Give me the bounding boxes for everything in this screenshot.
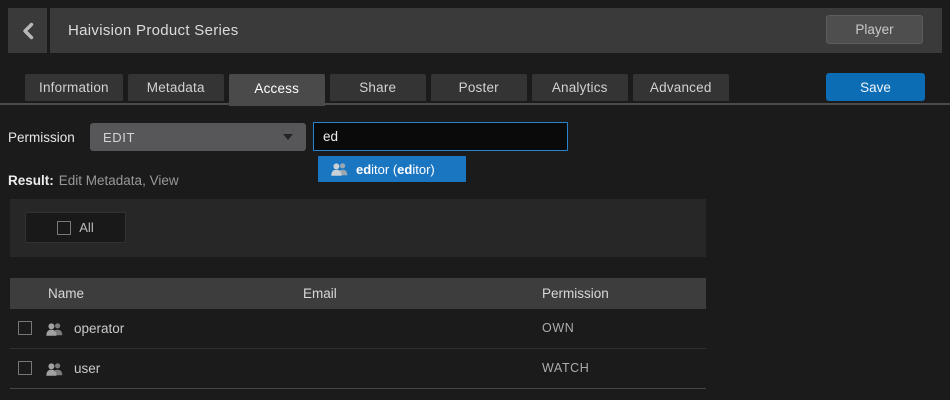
column-header-permission: Permission	[542, 278, 609, 309]
cell-permission: OWN	[542, 309, 574, 348]
player-button[interactable]: Player	[826, 15, 923, 44]
table-body: operator OWN user WATCH	[10, 309, 706, 389]
cell-name: user	[74, 349, 100, 388]
table-row-user[interactable]: user WATCH	[10, 349, 706, 389]
result-label: Result:	[8, 173, 54, 188]
tab-advanced[interactable]: Advanced	[633, 74, 729, 101]
row-checkbox[interactable]	[18, 361, 32, 375]
tab-poster[interactable]: Poster	[431, 74, 527, 101]
table-header: Name Email Permission	[10, 278, 706, 309]
caret-down-icon	[283, 134, 293, 140]
title-bar: Haivision Product Series Player	[50, 8, 942, 53]
select-all-button[interactable]: All	[25, 212, 126, 243]
column-header-email: Email	[303, 278, 337, 309]
cell-name: operator	[74, 309, 124, 348]
cell-permission: WATCH	[542, 349, 589, 388]
row-checkbox[interactable]	[18, 321, 32, 335]
permission-label: Permission	[8, 130, 75, 145]
access-settings-page: Haivision Product Series Player Informat…	[0, 0, 950, 400]
tab-strip: InformationMetadataAccessSharePosterAnal…	[25, 74, 729, 101]
tab-share[interactable]: Share	[330, 74, 426, 101]
tab-access[interactable]: Access	[229, 74, 325, 106]
chevron-left-icon	[21, 22, 35, 40]
typeahead-suggestion-editor[interactable]: editor (editor)	[318, 156, 466, 182]
tab-information[interactable]: Information	[25, 74, 123, 101]
users-icon	[46, 362, 63, 376]
permission-dropdown[interactable]: EDIT	[90, 123, 306, 151]
users-icon	[331, 162, 348, 176]
users-icon	[46, 322, 63, 336]
suggestion-text: editor (editor)	[356, 162, 435, 177]
tab-analytics[interactable]: Analytics	[532, 74, 628, 101]
result-line: Result: Edit Metadata, View	[8, 173, 179, 188]
save-button[interactable]: Save	[826, 73, 925, 101]
user-search-input[interactable]	[313, 122, 568, 151]
permission-dropdown-value: EDIT	[103, 130, 135, 145]
select-all-checkbox[interactable]	[57, 221, 71, 235]
page-title: Haivision Product Series	[68, 22, 239, 39]
column-header-name: Name	[48, 278, 84, 309]
result-value: Edit Metadata, View	[59, 173, 179, 188]
select-all-label: All	[79, 220, 93, 235]
tab-strip-divider	[0, 103, 950, 105]
table-row-operator[interactable]: operator OWN	[10, 309, 706, 349]
permissions-table: Name Email Permission operator OWN user WA…	[10, 278, 706, 389]
tab-metadata[interactable]: Metadata	[128, 74, 224, 101]
back-button[interactable]	[8, 8, 47, 53]
select-all-bar: All	[10, 199, 706, 257]
